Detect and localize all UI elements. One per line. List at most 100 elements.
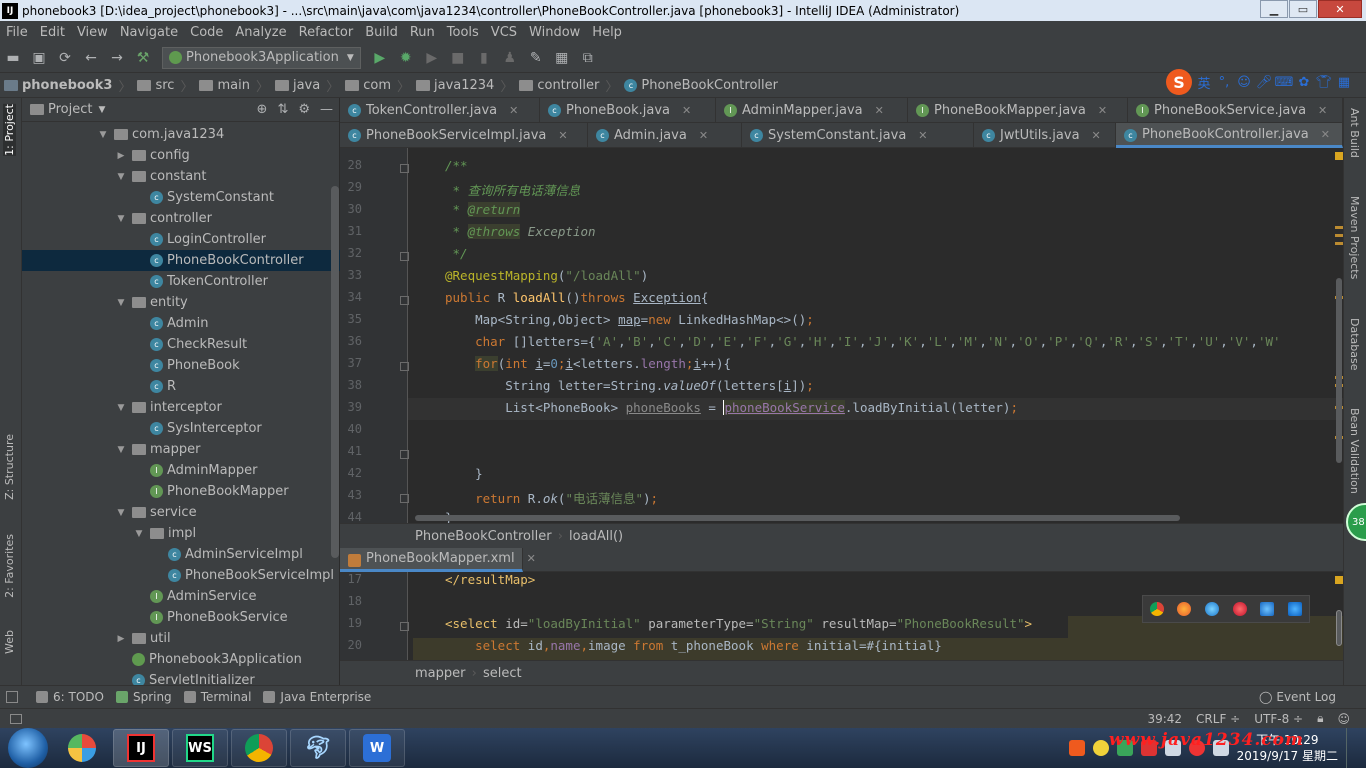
maximize-button[interactable]: ▭ [1289, 0, 1317, 18]
inspector-icon[interactable]: ☺ [1337, 712, 1350, 726]
breadcrumb-item[interactable]: main [195, 78, 253, 93]
menu-item-analyze[interactable]: Analyze [229, 25, 292, 40]
project-structure-icon[interactable]: ▦ [551, 47, 573, 69]
shirt-icon[interactable]: 👕︎ [1316, 74, 1333, 90]
fold-marker[interactable] [400, 252, 409, 261]
tool-window-button[interactable]: 6: TODO [36, 690, 104, 704]
taskbar-intellij[interactable]: IJ [113, 729, 169, 767]
close-tab-icon[interactable]: ✕ [682, 104, 691, 117]
ie-icon[interactable] [1260, 602, 1275, 616]
tree-item[interactable]: ▶ config [22, 145, 340, 166]
tool-window-button[interactable]: Terminal [183, 690, 251, 704]
breadcrumb-item[interactable]: java [271, 78, 324, 93]
expanded-arrow-icon[interactable]: ▼ [116, 214, 126, 224]
taskbar-wps[interactable]: W [349, 729, 405, 767]
breadcrumb-item[interactable]: com [341, 78, 395, 93]
sogou-tray-icon[interactable] [1068, 740, 1085, 756]
warning-marker[interactable] [1335, 576, 1343, 584]
breadcrumb-select[interactable]: select [483, 666, 522, 681]
expanded-arrow-icon[interactable]: ▼ [116, 508, 126, 518]
editor-error-stripe[interactable] [1335, 148, 1343, 523]
code-editor[interactable]: 28 29 30 31 32 33 34 35 36 37 38 39 40 41 42 43 44 /** *… [340, 148, 1343, 523]
close-tab-icon[interactable]: ✕ [1092, 129, 1101, 142]
warning-marker[interactable] [1335, 226, 1343, 229]
taskbar-chrome[interactable] [231, 729, 287, 767]
editor-tab[interactable]: I PhoneBookService.java ✕ [1128, 98, 1343, 123]
tool-window-button[interactable]: Java Enterprise [263, 690, 371, 704]
menu-item-help[interactable]: Help [586, 25, 628, 40]
breadcrumb-item[interactable]: controller [515, 78, 603, 93]
profiler-icon[interactable]: ♟ [499, 47, 521, 69]
menu-item-run[interactable]: Run [404, 25, 441, 40]
tree-item[interactable]: ▼ interceptor [22, 397, 340, 418]
taskbar-app-launcher[interactable] [54, 729, 110, 767]
chevron-down-icon[interactable]: ▼ [98, 105, 105, 115]
hide-icon[interactable]: — [320, 102, 333, 117]
back-arrow-icon[interactable]: ← [80, 47, 102, 69]
microphone-icon[interactable]: 🎤︎ [1256, 74, 1273, 90]
tree-item[interactable]: ▼ constant [22, 166, 340, 187]
line-separator[interactable]: CRLF ÷ [1196, 712, 1240, 726]
fold-marker[interactable] [400, 296, 409, 305]
maven-projects-tab[interactable]: Maven Projects [1348, 196, 1361, 279]
coverage-icon[interactable]: ▶ [421, 47, 443, 69]
plus-tray-icon[interactable] [1092, 740, 1109, 756]
warning-marker[interactable] [1335, 152, 1343, 160]
collapse-icon[interactable]: ⇅ [277, 102, 288, 117]
cursor-position[interactable]: 39:42 [1147, 712, 1182, 726]
warning-marker[interactable] [1335, 234, 1343, 237]
keyboard-icon[interactable]: ⌨ [1275, 74, 1294, 90]
tree-item[interactable]: c LoginController [22, 229, 340, 250]
event-log-button[interactable]: ◯ Event Log [1259, 690, 1336, 704]
breadcrumb-class[interactable]: PhoneBookController [415, 529, 552, 544]
menu-item-build[interactable]: Build [359, 25, 404, 40]
editor-tab[interactable]: c PhoneBookServiceImpl.java ✕ [340, 123, 588, 148]
menu-item-vcs[interactable]: VCS [485, 25, 523, 40]
tree-item[interactable]: ▼ com.java1234 [22, 124, 340, 145]
lock-icon[interactable]: 🔒︎ [1317, 711, 1323, 726]
menu-item-code[interactable]: Code [184, 25, 229, 40]
menu-item-navigate[interactable]: Navigate [114, 25, 184, 40]
taskbar-mysql[interactable]: 🐬︎ [290, 729, 346, 767]
editor-tab[interactable]: c PhoneBook.java ✕ [540, 98, 716, 123]
expanded-arrow-icon[interactable]: ▼ [116, 172, 126, 182]
firefox-icon[interactable] [1177, 602, 1192, 616]
collapsed-arrow-icon[interactable]: ▶ [116, 151, 126, 161]
toggle-tool-bars-icon[interactable] [6, 691, 18, 703]
close-tab-icon[interactable]: ✕ [509, 104, 518, 117]
structure-tool-tab[interactable]: Z: Structure [3, 434, 16, 500]
minimize-button[interactable]: ▁ [1260, 0, 1288, 18]
fold-marker[interactable] [400, 494, 409, 503]
start-button[interactable] [8, 728, 48, 768]
tree-item[interactable]: Phonebook3Application [22, 649, 340, 670]
edge-icon[interactable] [1288, 602, 1303, 616]
close-button[interactable]: ✕ [1318, 0, 1362, 18]
gear-icon[interactable]: ⚙ [298, 102, 310, 117]
run-config-select[interactable]: Phonebook3Application ▼ [162, 46, 361, 69]
project-view-select[interactable]: Project [48, 102, 92, 117]
expanded-arrow-icon[interactable]: ▼ [116, 298, 126, 308]
tree-item[interactable]: c SystemConstant [22, 187, 340, 208]
close-tab-icon[interactable]: ✕ [875, 104, 884, 117]
layout-icon[interactable] [10, 713, 22, 724]
fold-marker[interactable] [400, 622, 409, 631]
tree-item[interactable]: ▶ util [22, 628, 340, 649]
xml-scrollbar[interactable] [1336, 610, 1342, 646]
ime-lang[interactable]: 英 [1196, 74, 1212, 92]
tree-item[interactable]: ▼ mapper [22, 439, 340, 460]
breadcrumb-item[interactable]: java1234 [412, 78, 498, 93]
ime-punct[interactable]: °, [1216, 74, 1232, 90]
database-tab[interactable]: Database [1348, 318, 1361, 371]
opera-icon[interactable] [1232, 602, 1247, 616]
web-tool-tab[interactable]: Web [3, 630, 16, 654]
show-desktop-button[interactable] [1346, 728, 1358, 768]
forward-arrow-icon[interactable]: → [106, 47, 128, 69]
tree-item[interactable]: c PhoneBookController [22, 250, 340, 271]
tree-item[interactable]: c Admin [22, 313, 340, 334]
menu-item-view[interactable]: View [71, 25, 114, 40]
tab-phonebookmapper-xml[interactable]: PhoneBookMapper.xml ✕ [340, 548, 536, 572]
expanded-arrow-icon[interactable]: ▼ [116, 403, 126, 413]
project-tool-tab[interactable]: 1: Project [3, 104, 16, 156]
editor-tab[interactable]: c PhoneBookController.java ✕ [1116, 123, 1343, 148]
collapsed-arrow-icon[interactable]: ▶ [116, 634, 126, 644]
